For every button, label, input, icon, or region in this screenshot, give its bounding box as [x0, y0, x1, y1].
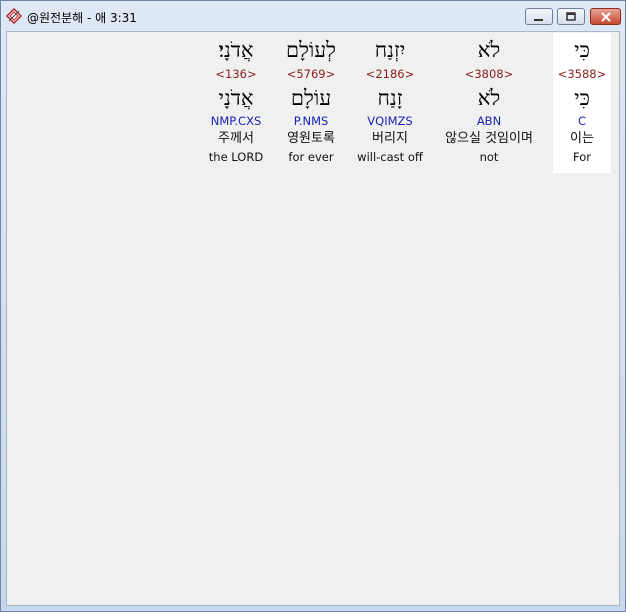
english-gloss: the LORD	[208, 150, 264, 164]
hebrew-lemma: עוֹלָם	[290, 86, 332, 110]
diamond-app-icon[interactable]	[5, 7, 23, 25]
parsing-code: ABN	[476, 114, 502, 128]
strong-number[interactable]: <5769>	[275, 67, 347, 81]
parsing-code: NMP.CXS	[210, 114, 262, 128]
hebrew-lemma: כִּי	[574, 86, 590, 110]
hebrew-lemma: לֹא	[477, 86, 501, 110]
korean-gloss: 버리지	[372, 131, 408, 146]
minimize-button[interactable]	[525, 8, 553, 25]
korean-gloss: 않으실 것임이며	[445, 131, 533, 146]
strong-number[interactable]: <136>	[203, 67, 269, 81]
word-column-ki[interactable]: כִּי <3588> כִּי C 이는 For	[553, 33, 611, 173]
hebrew-word: אֲדֹנָי׃	[218, 38, 254, 62]
hebrew-word: לְעוֹלָם	[285, 38, 336, 62]
strong-number[interactable]: <3808>	[433, 67, 545, 81]
word-column-leolam[interactable]: לְעוֹלָם <5769> עוֹלָם P.NMS 영원토록 for ev…	[275, 33, 347, 173]
korean-gloss: 영원토록	[287, 131, 335, 146]
hebrew-lemma: אֲדֹנָי	[218, 86, 254, 110]
maximize-button[interactable]	[557, 8, 585, 25]
close-button[interactable]	[590, 8, 621, 25]
app-window: @원전분해 - 애 3:31 כִּי <3588> כִּי C 이는 For	[0, 0, 626, 612]
word-column-yiznach[interactable]: יִזְנַח <2186> זָנַח VQIMZS 버리지 will-cas…	[355, 33, 425, 173]
maximize-icon	[565, 7, 577, 26]
window-title: @원전분해 - 애 3:31	[27, 11, 137, 25]
hebrew-word: לֹא	[477, 38, 501, 62]
english-gloss: For	[573, 150, 591, 164]
parsing-code: VQIMZS	[367, 114, 413, 128]
word-column-adonai[interactable]: אֲדֹנָי׃ <136> אֲדֹנָי NMP.CXS 주께서 the L…	[203, 33, 269, 173]
english-gloss: will-cast off	[357, 150, 423, 164]
korean-gloss: 이는	[570, 131, 594, 146]
english-gloss: for ever	[288, 150, 334, 164]
minimize-icon	[533, 7, 545, 26]
hebrew-word: יִזְנַח	[374, 38, 406, 62]
analysis-panel: כִּי <3588> כִּי C 이는 For לֹא <3808> לֹא…	[6, 31, 620, 606]
word-column-lo[interactable]: לֹא <3808> לֹא ABN 않으실 것임이며 not	[433, 33, 545, 173]
hebrew-lemma: זָנַח	[377, 86, 403, 110]
parsing-code: C	[577, 114, 587, 128]
korean-gloss: 주께서	[218, 131, 254, 146]
english-gloss: not	[479, 150, 499, 164]
close-icon	[600, 7, 612, 26]
hebrew-word: כִּי	[574, 38, 590, 62]
strong-number[interactable]: <3588>	[553, 67, 611, 81]
strong-number[interactable]: <2186>	[355, 67, 425, 81]
parsing-code: P.NMS	[293, 114, 329, 128]
title-bar[interactable]: @원전분해 - 애 3:31	[1, 1, 625, 31]
